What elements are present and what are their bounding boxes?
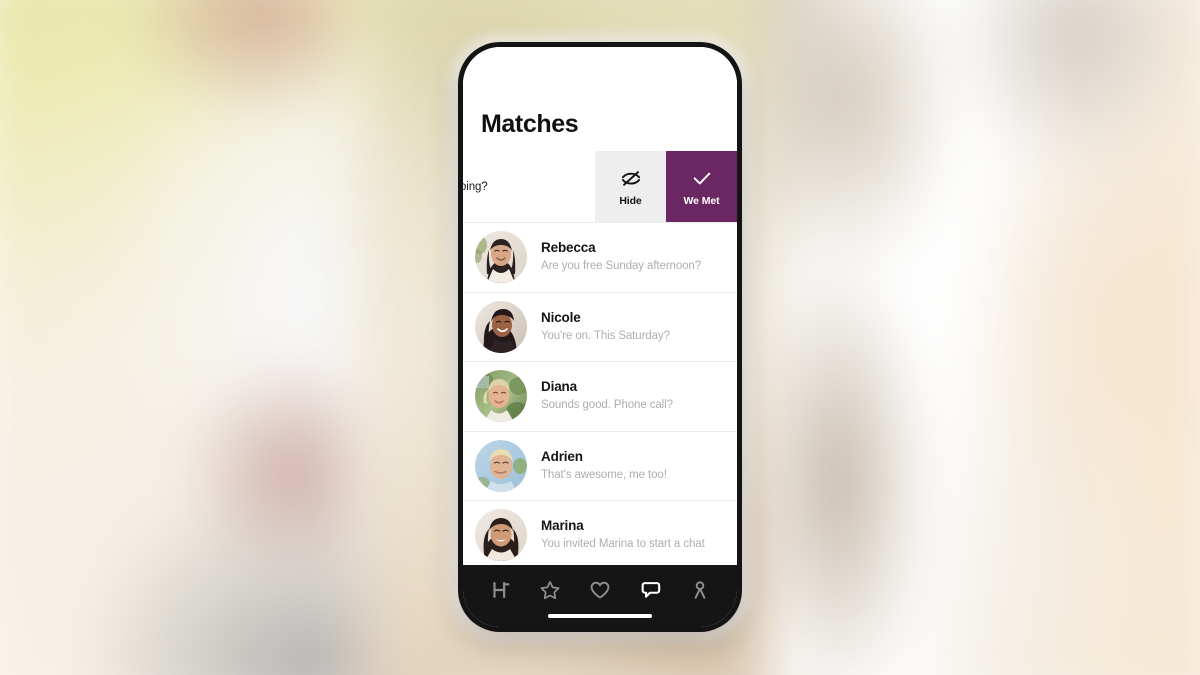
phone-mockup: Matches ur week going?: [451, 36, 749, 640]
match-name: Marina: [541, 518, 584, 534]
list-item-text: Marina You invited Marina to start a cha…: [541, 518, 705, 552]
app-header: Matches: [463, 47, 737, 151]
list-item[interactable]: Diana Sounds good. Phone call?: [463, 362, 737, 432]
nav-item-profile[interactable]: [683, 575, 717, 605]
match-message: You're on. This Saturday?: [541, 329, 670, 342]
match-message: Are you free Sunday afternoon?: [541, 260, 702, 273]
hide-action-button[interactable]: Hide: [595, 151, 666, 222]
match-name: Rebecca: [541, 240, 596, 256]
home-indicator: [548, 613, 652, 618]
phone-screen: Matches ur week going?: [463, 47, 737, 627]
list-item-text: Adrien That's awesome, me too!: [541, 449, 667, 483]
chat-bubble-icon: [639, 579, 661, 601]
list-item-text: Rebecca Are you free Sunday afternoon?: [541, 240, 701, 274]
list-item-text: Diana Sounds good. Phone call?: [541, 379, 673, 413]
list-item[interactable]: Rebecca Are you free Sunday afternoon?: [463, 223, 737, 293]
heart-icon: [589, 579, 611, 601]
page-title: Matches: [481, 110, 579, 138]
swiped-row-message: ur week going?: [463, 180, 488, 193]
list-item-text: Nicole You're on. This Saturday?: [541, 310, 670, 344]
hide-action-label: Hide: [619, 194, 642, 207]
nav-item-matches[interactable]: [633, 575, 667, 605]
avatar: [475, 300, 527, 353]
phone-body: Matches ur week going?: [458, 42, 742, 632]
person-icon: [689, 579, 711, 601]
match-name: Adrien: [541, 448, 583, 464]
background-blur-right: [768, 0, 1200, 675]
star-icon: [539, 579, 561, 601]
avatar: [475, 509, 527, 562]
hinge-logo-icon: [489, 579, 511, 601]
we-met-action-label: We Met: [683, 194, 720, 207]
avatar: [475, 231, 527, 284]
check-icon: [691, 167, 713, 189]
list-item[interactable]: Marina You invited Marina to start a cha…: [463, 501, 737, 565]
match-message: That's awesome, me too!: [541, 468, 667, 481]
nav-item-discover[interactable]: [483, 575, 517, 605]
avatar: [475, 370, 527, 423]
match-message: You invited Marina to start a chat: [541, 538, 705, 551]
swiped-match-row[interactable]: ur week going? Hide: [463, 151, 737, 223]
screenshot-stage: Matches ur week going?: [0, 0, 1200, 675]
list-item[interactable]: Adrien That's awesome, me too!: [463, 431, 737, 501]
match-name: Nicole: [541, 309, 581, 325]
nav-item-standouts[interactable]: [533, 575, 567, 605]
matches-list[interactable]: Rebecca Are you free Sunday afternoon? N…: [463, 223, 737, 565]
we-met-action-button[interactable]: We Met: [666, 151, 737, 222]
list-item[interactable]: Nicole You're on. This Saturday?: [463, 292, 737, 362]
eye-slash-icon: [620, 167, 642, 189]
match-name: Diana: [541, 379, 578, 395]
avatar: [475, 439, 527, 492]
swiped-row-content[interactable]: ur week going?: [463, 151, 595, 222]
match-message: Sounds good. Phone call?: [541, 399, 673, 412]
nav-item-likes-you[interactable]: [583, 575, 617, 605]
